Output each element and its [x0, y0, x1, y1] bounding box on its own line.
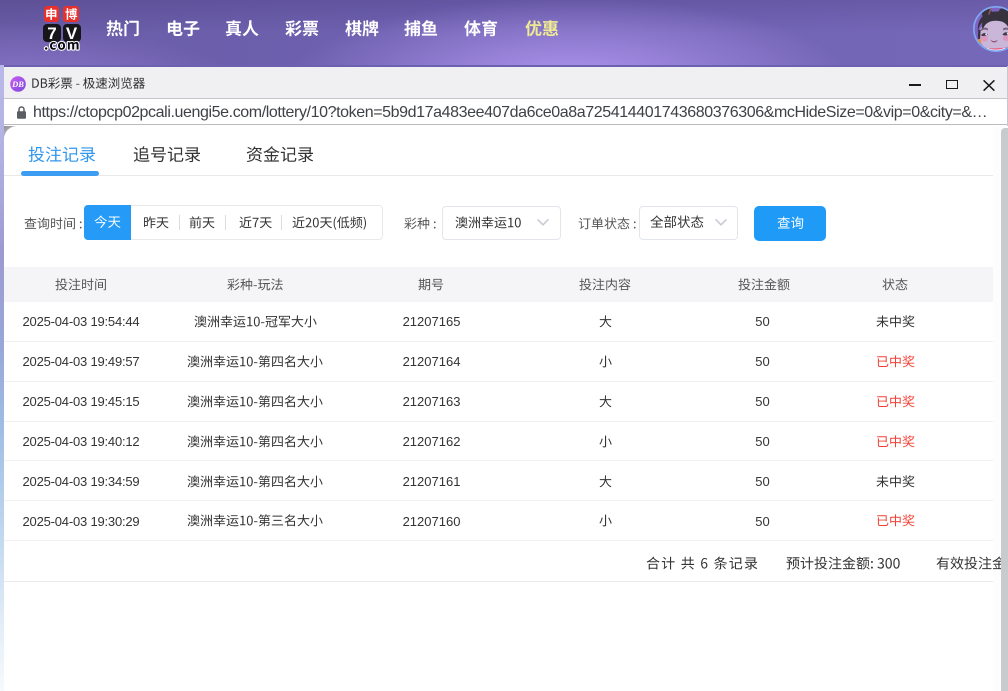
svg-text:DB: DB [11, 79, 24, 89]
